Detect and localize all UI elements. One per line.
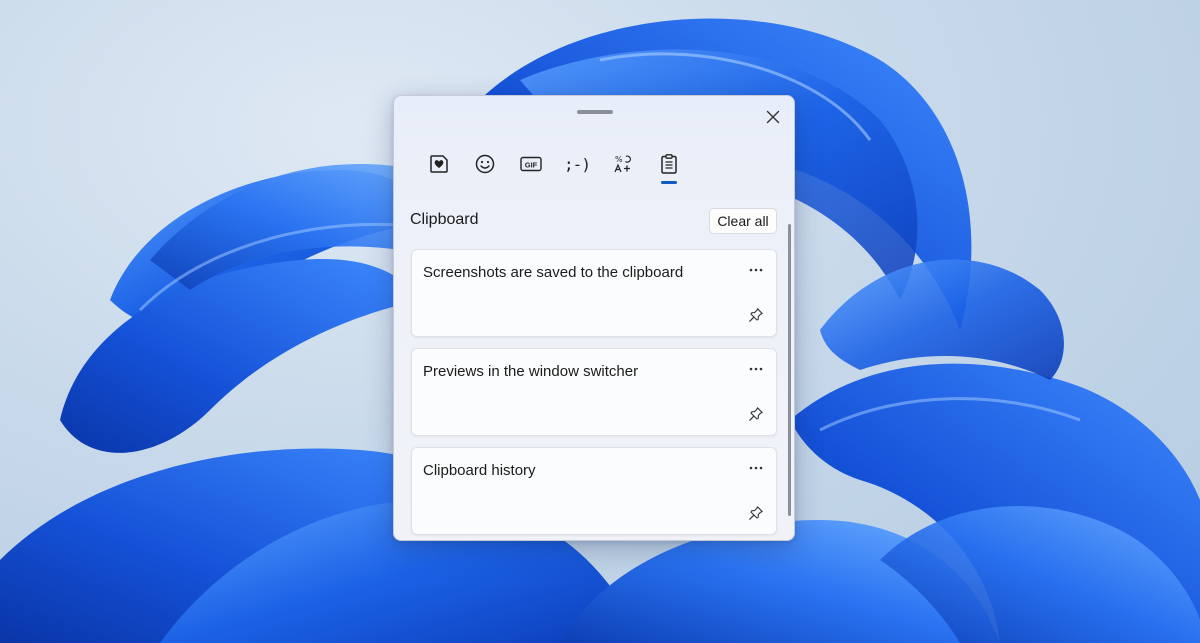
pin-button[interactable] — [744, 304, 768, 326]
pin-icon — [749, 506, 763, 520]
panel-tabs: GIF ;-) % — [416, 146, 692, 186]
more-options-button[interactable] — [744, 458, 768, 478]
emoji-clipboard-panel: GIF ;-) % Clipboard Clear all Screenshot… — [393, 95, 795, 541]
more-icon — [749, 367, 763, 371]
more-options-button[interactable] — [744, 260, 768, 280]
clipboard-list: Screenshots are saved to the clipboard P… — [411, 249, 777, 540]
clipboard-item[interactable]: Screenshots are saved to the clipboard — [411, 249, 777, 337]
tab-clipboard[interactable] — [646, 146, 692, 184]
tab-gif[interactable]: GIF — [508, 146, 554, 182]
close-button[interactable] — [760, 104, 786, 130]
pin-button[interactable] — [744, 403, 768, 425]
kaomoji-icon: ;-) — [564, 154, 591, 174]
drag-handle[interactable] — [577, 110, 613, 114]
pin-button[interactable] — [744, 502, 768, 524]
section-title: Clipboard — [410, 211, 479, 228]
clipboard-item-text: Previews in the window switcher — [423, 363, 639, 380]
clipboard-item-text: Clipboard history — [423, 462, 536, 479]
gif-icon: GIF — [520, 156, 542, 172]
more-icon — [749, 466, 763, 470]
svg-text:%: % — [615, 155, 623, 164]
tab-emoji[interactable] — [462, 146, 508, 182]
tab-kaomoji[interactable]: ;-) — [554, 146, 600, 182]
pin-icon — [749, 407, 763, 421]
emoji-icon — [475, 154, 495, 174]
more-icon — [749, 268, 763, 272]
clear-all-button[interactable]: Clear all — [709, 208, 777, 234]
desktop: GIF ;-) % Clipboard Clear all Screenshot… — [0, 0, 1200, 643]
tab-symbols[interactable]: % — [600, 146, 646, 182]
scrollbar[interactable] — [788, 224, 791, 516]
clipboard-item[interactable]: Previews in the window switcher — [411, 348, 777, 436]
symbols-icon: % — [614, 155, 631, 173]
clipboard-item-text: Screenshots are saved to the clipboard — [423, 264, 684, 281]
pin-icon — [749, 308, 763, 322]
tab-stickers[interactable] — [416, 146, 462, 182]
heart-sticker-icon — [430, 155, 448, 173]
clipboard-icon — [661, 154, 677, 174]
more-options-button[interactable] — [744, 359, 768, 379]
clipboard-item[interactable]: Clipboard history — [411, 447, 777, 535]
close-icon — [766, 110, 780, 124]
svg-text:GIF: GIF — [525, 161, 538, 170]
